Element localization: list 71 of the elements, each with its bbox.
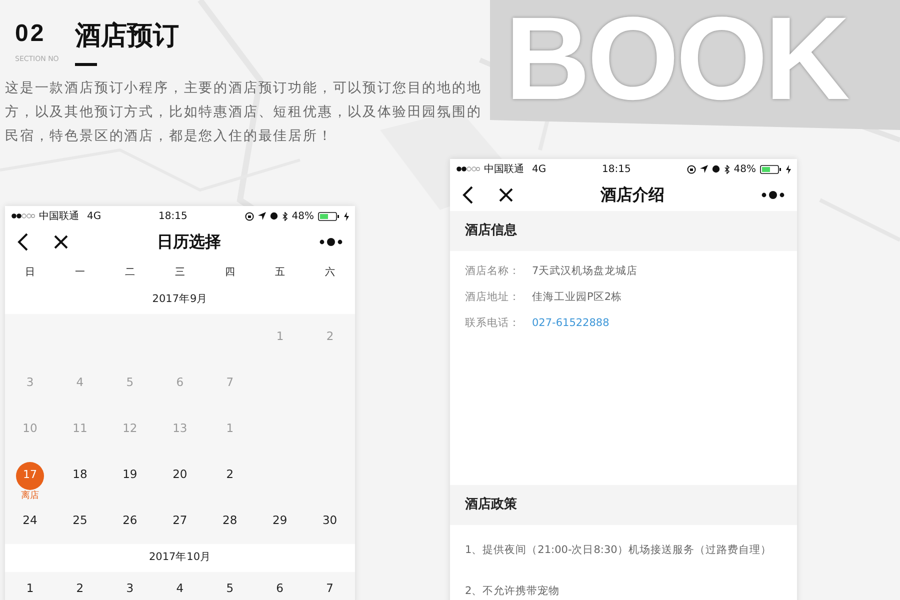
calendar-day[interactable]: 2: [226, 467, 234, 482]
description: 这是一款酒店预订小程序，主要的酒店预订功能，可以预订您目的地的地方，以及其他预订方式，比如特惠酒店、短租优惠，以及体验田园氛围的民宿，特色景区的酒店，都是您入住的最佳居所！: [5, 78, 483, 146]
calendar-day[interactable]: 28: [222, 513, 238, 528]
status-time: 18:15: [602, 162, 631, 176]
calendar-day[interactable]: 1: [26, 581, 34, 595]
field-label: 酒店地址：: [465, 290, 520, 306]
weekday-label: 一: [74, 266, 86, 280]
weekday-label: 六: [324, 266, 336, 280]
nav-title: 酒店介绍: [600, 184, 666, 206]
calendar-day[interactable]: 27: [172, 513, 188, 528]
section-title: 酒店预订: [74, 22, 179, 51]
weekday-label: 二: [124, 266, 136, 280]
calendar-day[interactable]: 4: [176, 581, 184, 595]
calendar-day[interactable]: 30: [322, 513, 338, 528]
field-value: 佳海工业园P区2栋: [532, 290, 622, 306]
battery-percent: 48%: [734, 162, 756, 176]
calendar-day[interactable]: 24: [22, 513, 38, 528]
status-time: 18:15: [158, 210, 188, 224]
lock-rotation-icon: [686, 164, 696, 174]
charging-icon: [786, 164, 791, 174]
weekday-label: 日: [24, 266, 36, 280]
battery-percent: 48%: [292, 210, 314, 224]
month-label: 2017年9月: [5, 286, 355, 314]
close-button[interactable]: [53, 234, 69, 250]
day-note: 离店: [20, 492, 39, 500]
field-value: 7天武汉机场盘龙城店: [532, 264, 638, 280]
weekday-label: 五: [274, 266, 286, 280]
section-heading: 酒店政策: [450, 485, 797, 525]
field-label: 酒店名称：: [465, 264, 520, 280]
bluetooth-icon: [282, 212, 288, 220]
section-number: 02: [15, 22, 47, 46]
month-label: 2017年10月: [5, 544, 355, 572]
calendar-day[interactable]: 2: [76, 581, 84, 595]
selected-day: 17: [16, 462, 44, 490]
network-type: 4G: [87, 210, 102, 224]
section-heading: 酒店信息: [450, 211, 797, 251]
calendar-day[interactable]: 20: [172, 467, 188, 482]
battery-icon: [318, 212, 340, 220]
calendar-day[interactable]: 3: [126, 581, 134, 595]
carrier-name: 中国联通: [484, 162, 524, 176]
calendar-day[interactable]: 6: [276, 581, 284, 595]
close-button[interactable]: [498, 187, 514, 203]
back-button[interactable]: [17, 233, 29, 251]
more-button[interactable]: [319, 237, 343, 247]
location-icon: [700, 165, 708, 173]
nav-title: 日历选择: [156, 231, 222, 253]
carrier-name: 中国联通: [39, 210, 79, 224]
calendar-day[interactable]: 7: [326, 581, 334, 595]
signal-icon: [11, 213, 35, 219]
calendar-day[interactable]: 26: [122, 513, 138, 528]
weekday-label: 三: [174, 266, 186, 280]
policy-item: 2、不允许携带宠物: [464, 584, 561, 599]
signal-icon: [456, 166, 480, 172]
more-button[interactable]: [761, 190, 785, 200]
network-type: 4G: [532, 162, 546, 176]
calendar-day[interactable]: 19: [122, 467, 138, 482]
weekday-label: 四: [224, 266, 236, 280]
calendar-day[interactable]: 25: [72, 513, 88, 528]
field-label: 联系电话：: [465, 316, 520, 332]
battery-icon: [760, 164, 782, 174]
lock-rotation-icon: [244, 212, 254, 220]
backdrop-word: BOOK: [505, 0, 847, 118]
location-icon: [258, 212, 266, 220]
policy-item: 1、提供夜间（21:00-次日8:30）机场接送服务（过路费自理）: [464, 543, 772, 558]
charging-icon: [344, 212, 349, 220]
back-button[interactable]: [462, 186, 474, 204]
calendar-day[interactable]: 18: [72, 467, 88, 482]
calendar-day[interactable]: 29: [272, 513, 288, 528]
title-underline: [74, 62, 97, 66]
calendar-day[interactable]: 5: [226, 581, 234, 595]
bluetooth-icon: [724, 164, 730, 174]
